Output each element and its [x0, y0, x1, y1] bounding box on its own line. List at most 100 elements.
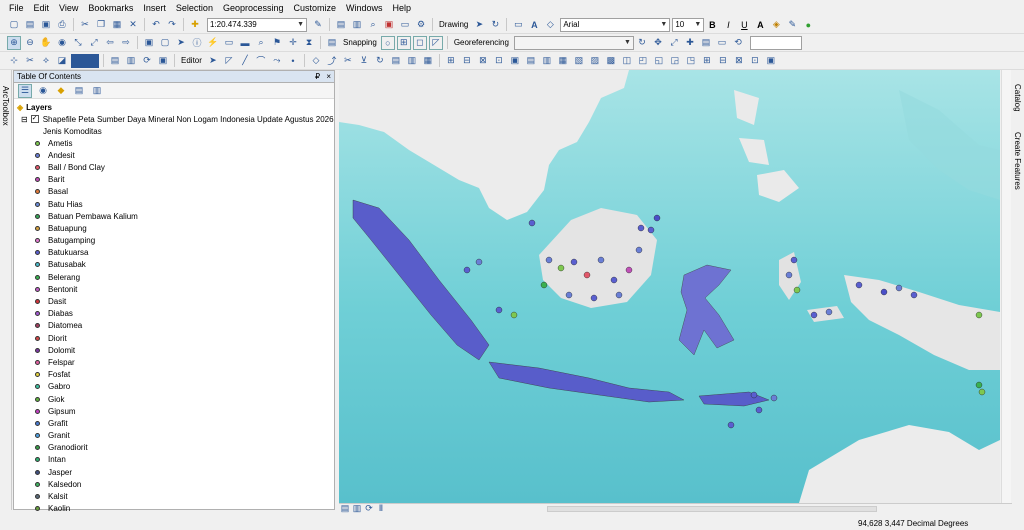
topology-icon-4[interactable]: ⊡ — [492, 54, 506, 68]
point-snap-icon[interactable]: ○ — [380, 35, 395, 50]
edit-tool-icon[interactable]: ➤ — [206, 54, 220, 68]
go-to-xy-icon[interactable]: ✛ — [286, 36, 300, 50]
table-icon[interactable]: ▤ — [334, 18, 348, 32]
edit-vertices-icon[interactable]: ◇ — [543, 18, 557, 32]
legend-item[interactable]: Batuapung — [35, 222, 334, 234]
legend-item[interactable]: Felspar — [35, 356, 334, 368]
georef-extra-field[interactable] — [749, 35, 802, 50]
topology-icon-15[interactable]: ◲ — [668, 54, 682, 68]
font-size-combo[interactable]: 10 ▼ — [672, 17, 705, 32]
find-route-icon[interactable]: ⚑ — [270, 36, 284, 50]
legend-item[interactable]: Diabas — [35, 308, 334, 320]
topology-icon-12[interactable]: ◫ — [620, 54, 634, 68]
map-view[interactable] — [339, 70, 1000, 503]
sketch-properties-icon[interactable]: ▥ — [405, 54, 419, 68]
rotate-tool-icon[interactable]: ↻ — [373, 54, 387, 68]
split-tool-icon[interactable]: ⊻ — [357, 54, 371, 68]
toc-options-icon[interactable]: ▥ — [90, 84, 104, 98]
legend-item[interactable]: Ball / Bond Clay — [35, 161, 334, 173]
topology-icon-1[interactable]: ⊞ — [444, 54, 458, 68]
end-point-arc-icon[interactable]: ⌒ — [254, 54, 268, 68]
fixed-zoom-in-icon[interactable]: ⤡ — [71, 36, 85, 50]
zoom-out-icon[interactable]: ⊖ — [23, 36, 37, 50]
menu-selection[interactable]: Selection — [171, 3, 218, 13]
legend-item[interactable]: Batugamping — [35, 235, 334, 247]
menu-file[interactable]: File — [4, 3, 29, 13]
layout-view-icon[interactable]: ▤ — [108, 54, 122, 68]
legend-item[interactable]: Granodiorit — [35, 442, 334, 454]
straight-segment-icon[interactable]: ╱ — [238, 54, 252, 68]
rectangle-icon[interactable]: ▭ — [511, 18, 525, 32]
line-color-icon[interactable]: ✎ — [785, 18, 799, 32]
full-extent-icon[interactable]: ◉ — [55, 36, 69, 50]
topology-icon-10[interactable]: ▨ — [588, 54, 602, 68]
viewer-icon[interactable]: ▭ — [715, 36, 729, 50]
layer-drop-icon[interactable]: ◪ — [55, 54, 69, 68]
split-icon[interactable]: ⊹ — [7, 54, 21, 68]
menu-edit[interactable]: Edit — [29, 3, 55, 13]
topology-icon-18[interactable]: ⊟ — [716, 54, 730, 68]
snapping-options-icon[interactable]: ▤ — [325, 36, 339, 50]
open-icon[interactable]: ▤ — [23, 18, 37, 32]
select-elements-icon[interactable]: ➤ — [472, 18, 486, 32]
python-icon[interactable]: ▭ — [398, 18, 412, 32]
font-combo[interactable]: Arial ▼ — [560, 17, 671, 32]
legend-item[interactable]: Belerang — [35, 271, 334, 283]
cut-polygons-icon[interactable]: ✂ — [341, 54, 355, 68]
menu-customize[interactable]: Customize — [289, 3, 342, 13]
auto-registration-icon[interactable]: ⟲ — [731, 36, 745, 50]
clear-selection-icon[interactable]: ▢ — [158, 36, 172, 50]
topology-icon-6[interactable]: ▤ — [524, 54, 538, 68]
close-icon[interactable]: × — [326, 72, 331, 81]
data-frame-row[interactable]: ◈ Layers — [17, 101, 334, 113]
legend-item[interactable]: Kalsedon — [35, 478, 334, 490]
save-icon[interactable]: ▣ — [39, 18, 53, 32]
editor-toolbar-icon[interactable]: ✎ — [311, 18, 325, 32]
search-icon[interactable]: ⌕ — [366, 18, 380, 32]
legend-item[interactable]: Giok — [35, 393, 334, 405]
topology-icon-7[interactable]: ▥ — [540, 54, 554, 68]
end-snap-icon[interactable]: ⊞ — [396, 35, 411, 50]
map-vertical-scrollbar[interactable] — [1001, 70, 1011, 503]
arctoolbox-icon[interactable]: ▣ — [382, 18, 396, 32]
copy-icon[interactable]: ❐ — [94, 18, 108, 32]
topology-icon-20[interactable]: ⊡ — [748, 54, 762, 68]
find-icon[interactable]: ⌕ — [254, 36, 268, 50]
add-control-points-icon[interactable]: ✚ — [683, 36, 697, 50]
pause-drawing-icon[interactable]: ▣ — [156, 54, 170, 68]
drawing-menu[interactable]: Drawing — [436, 20, 471, 29]
edge-snap-icon[interactable]: ◸ — [428, 35, 443, 50]
georeferencing-menu[interactable]: Georeferencing — [451, 38, 512, 47]
topology-icon-13[interactable]: ◰ — [636, 54, 650, 68]
layout-view-toggle-icon[interactable]: ▤ — [340, 503, 350, 513]
marker-color-icon[interactable]: ● — [801, 18, 815, 32]
text-icon[interactable]: A — [527, 18, 541, 32]
layer-row[interactable]: ⊟ ✓ Shapefile Peta Sumber Daya Mineral N… — [17, 113, 334, 125]
pause-view-icon[interactable]: Ⅱ — [376, 503, 386, 513]
pin-icon[interactable]: ₽ — [315, 72, 320, 81]
edit-annotation-icon[interactable]: ◸ — [222, 54, 236, 68]
delete-icon[interactable]: ✕ — [126, 18, 140, 32]
legend-item[interactable]: Batuan Pembawa Kalium — [35, 210, 334, 222]
measure-icon[interactable]: ▬ — [238, 36, 252, 50]
topology-icon-19[interactable]: ⊠ — [732, 54, 746, 68]
legend-item[interactable]: Bentonit — [35, 283, 334, 295]
menu-geoprocessing[interactable]: Geoprocessing — [218, 3, 289, 13]
list-by-visibility-icon[interactable]: ◆ — [54, 84, 68, 98]
trace-tool-icon[interactable]: ⤳ — [270, 54, 284, 68]
attributes-icon[interactable]: ▤ — [389, 54, 403, 68]
point-icon[interactable]: • — [286, 54, 300, 68]
legend-item[interactable]: Kalsit — [35, 490, 334, 502]
fixed-zoom-out-icon[interactable]: ⤢ — [87, 36, 101, 50]
refresh-view-icon[interactable]: ⟳ — [364, 503, 374, 513]
redo-icon[interactable]: ↷ — [165, 18, 179, 32]
cut-icon[interactable]: ✂ — [78, 18, 92, 32]
catalog-icon[interactable]: ▥ — [350, 18, 364, 32]
list-by-drawing-order-icon[interactable]: ☰ — [18, 83, 32, 98]
legend-item[interactable]: Jasper — [35, 466, 334, 478]
fill-color-icon[interactable]: ◈ — [769, 18, 783, 32]
topology-icon-14[interactable]: ◱ — [652, 54, 666, 68]
topology-icon-5[interactable]: ▣ — [508, 54, 522, 68]
catalog-tab[interactable]: Catalog — [1013, 84, 1022, 112]
rotate-icon[interactable]: ↻ — [488, 18, 502, 32]
